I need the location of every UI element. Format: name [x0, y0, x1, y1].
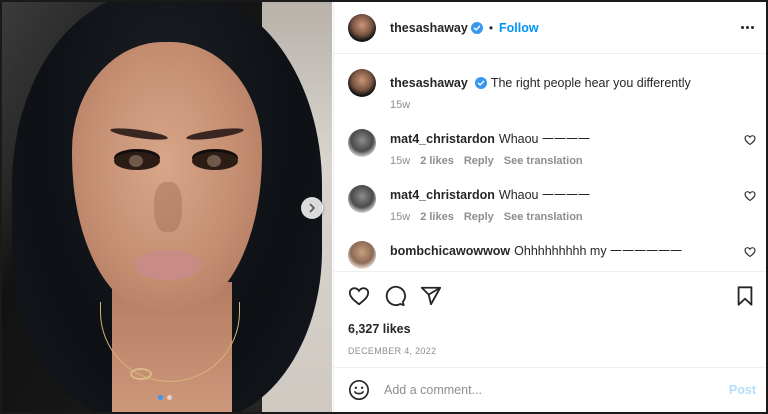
comment-body: bombchicawowwow Ohhhhhhhhh my 𑁋𑁋𑁋𑁋𑁋𑁋	[390, 241, 756, 259]
caption-avatar[interactable]	[348, 69, 376, 97]
caption-age: 15w	[390, 99, 411, 111]
comment-row: mat4_christardon Whaou 𑁋𑁋𑁋𑁋 15w 2 likes R…	[348, 185, 756, 223]
post-date: DECEMBER 4, 2022	[348, 346, 437, 356]
comment-content: Whaou 𑁋𑁋𑁋𑁋	[498, 188, 591, 202]
more-options-button[interactable]	[739, 20, 756, 35]
separator-dot: •	[488, 20, 494, 35]
comment-meta: 15w 2 likes Reply See translation	[390, 211, 756, 223]
post-side-panel: thesasha­way • Follow thesashaway The rig…	[333, 2, 766, 412]
comment-likes[interactable]: 2 likes	[420, 155, 454, 167]
comment-like-heart-icon[interactable]	[744, 246, 756, 258]
post-image	[2, 2, 332, 412]
comment-body: mat4_christardon Whaou 𑁋𑁋𑁋𑁋 15w 2 likes R…	[390, 185, 756, 223]
author-info: thesasha­way • Follow	[390, 21, 539, 35]
author-avatar[interactable]	[348, 13, 376, 42]
add-comment-bar: Post	[334, 367, 766, 412]
image-nose	[154, 182, 182, 232]
comment-like-heart-icon[interactable]	[744, 190, 756, 202]
commenter-avatar[interactable]	[348, 241, 376, 269]
verified-icon	[470, 21, 483, 34]
carousel-dot	[167, 395, 172, 400]
comment-content: Whaou 𑁋𑁋𑁋𑁋	[498, 132, 591, 146]
comment-icon[interactable]	[384, 285, 406, 307]
carousel-next-button[interactable]	[301, 197, 323, 219]
caption-meta: 15w	[390, 99, 756, 111]
heart-icon[interactable]	[348, 285, 370, 307]
comment-username[interactable]: mat4_christardon	[390, 132, 495, 146]
comment-reply-button[interactable]: Reply	[464, 155, 494, 167]
chevron-right-icon	[309, 203, 315, 213]
image-lips	[135, 250, 201, 280]
comment-body: mat4_christardon Whaou 𑁋𑁋𑁋𑁋 15w 2 likes R…	[390, 129, 756, 167]
post-actions: 6,327 likes DECEMBER 4, 2022	[334, 271, 766, 356]
comment-like-heart-icon[interactable]	[744, 134, 756, 146]
caption-username[interactable]: thesashaway	[390, 76, 468, 90]
comment-text: mat4_christardon Whaou 𑁋𑁋𑁋𑁋	[390, 187, 756, 203]
comment-input[interactable]	[384, 383, 729, 397]
caption-body: thesashaway The right people hear you dif…	[390, 69, 756, 111]
caption-text: thesashaway The right people hear you dif…	[390, 75, 756, 91]
more-icon	[741, 26, 744, 29]
action-icons	[348, 284, 756, 308]
carousel-dots	[158, 395, 172, 400]
commenter-avatar[interactable]	[348, 129, 376, 157]
more-icon-dot	[746, 26, 749, 29]
caption-content: The right people hear you differently	[490, 76, 691, 90]
likes-count[interactable]: 6,327 likes	[348, 322, 756, 336]
bookmark-icon[interactable]	[734, 285, 756, 307]
follow-button[interactable]: Follow	[499, 21, 539, 35]
comment-row: mat4_christardon Whaou 𑁋𑁋𑁋𑁋 15w 2 likes R…	[348, 129, 756, 167]
comments-list[interactable]: thesashaway The right people hear you dif…	[334, 55, 766, 271]
comment-age: 15w	[390, 211, 411, 223]
emoji-icon[interactable]	[348, 379, 370, 401]
author-username[interactable]: thesasha­way	[390, 21, 468, 35]
comment-age: 15w	[390, 155, 411, 167]
comment-username[interactable]: mat4_christardon	[390, 188, 495, 202]
caption-row: thesashaway The right people hear you dif…	[348, 69, 756, 111]
comment-reply-button[interactable]: Reply	[464, 211, 494, 223]
image-right-eye	[192, 152, 238, 170]
comment-content: Ohhhhhhhhh my 𑁋𑁋𑁋𑁋𑁋𑁋	[514, 244, 683, 258]
comment-translate-button[interactable]: See translation	[504, 211, 583, 223]
post-comment-button[interactable]: Post	[729, 383, 756, 397]
comment-text: bombchicawowwow Ohhhhhhhhh my 𑁋𑁋𑁋𑁋𑁋𑁋	[390, 243, 756, 259]
commenter-avatar[interactable]	[348, 185, 376, 213]
comment-username[interactable]: bombchicawowwow	[390, 244, 510, 258]
comment-text: mat4_christardon Whaou 𑁋𑁋𑁋𑁋	[390, 131, 756, 147]
comment-meta: 15w 2 likes Reply See translation	[390, 155, 756, 167]
share-icon[interactable]	[420, 285, 442, 307]
carousel-dot-active	[158, 395, 163, 400]
post-dialog: thesasha­way • Follow thesashaway The rig…	[0, 0, 768, 414]
comment-likes[interactable]: 2 likes	[420, 211, 454, 223]
verified-icon	[474, 77, 487, 89]
post-header: thesasha­way • Follow	[334, 2, 766, 54]
comment-translate-button[interactable]: See translation	[504, 155, 583, 167]
image-left-eye	[114, 152, 160, 170]
comment-row: bombchicawowwow Ohhhhhhhhh my 𑁋𑁋𑁋𑁋𑁋𑁋	[348, 241, 756, 269]
more-icon-dot	[751, 26, 754, 29]
image-pendant	[130, 368, 152, 380]
